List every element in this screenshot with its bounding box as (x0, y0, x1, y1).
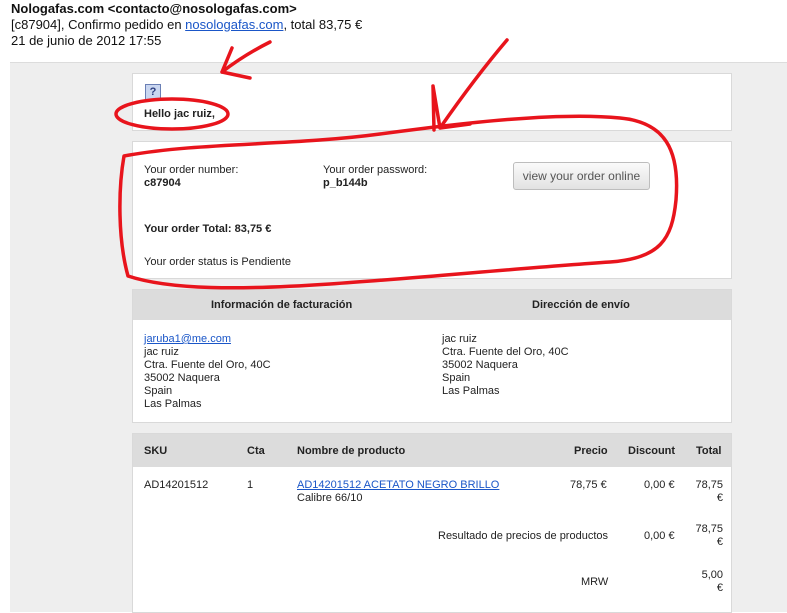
row-price: 78,75 € (570, 479, 607, 491)
email-header: Nologafas.com <contacto@nosologafas.com>… (11, 1, 362, 49)
order-number: c87904 (144, 177, 181, 189)
billing-line: Spain (144, 385, 173, 397)
product-variant: Calibre 66/10 (297, 492, 363, 504)
products-header-bar: SKU Cta Nombre de producto Precio Discou… (133, 434, 731, 467)
col-name: Nombre de producto (297, 445, 406, 457)
address-panel: Información de facturación Dirección de … (132, 289, 732, 423)
row-product: AD14201512 ACETATO NEGRO BRILLO Calibre … (297, 479, 499, 505)
row-sku: AD14201512 (144, 479, 209, 491)
billing-email-link[interactable]: jaruba1@me.com (144, 333, 231, 345)
order-number-label: Your order number: (144, 164, 239, 176)
row-qty: 1 (247, 479, 254, 491)
row-discount: 0,00 € (644, 479, 675, 491)
subject-text: [c87904], Confirmo pedido en (11, 17, 186, 32)
order-password-label: Your order password: (323, 164, 428, 176)
shipping-line: Ctra. Fuente del Oro, 40C (442, 346, 569, 358)
order-status: Your order status is Pendiente (144, 256, 291, 268)
sender: Nologafas.com <contacto@nosologafas.com> (11, 1, 297, 16)
product-link[interactable]: AD14201512 ACETATO NEGRO BRILLO (297, 479, 499, 491)
email-body: ? Hello jac ruiz, Your order number: c87… (10, 62, 787, 613)
col-price: Precio (574, 445, 608, 457)
row-total: 78,75 € (695, 479, 723, 504)
view-order-online-button[interactable]: view your order online (513, 162, 650, 190)
order-panel: Your order number: c87904 Your order pas… (132, 141, 732, 279)
subject-link[interactable]: nosologafas.com (185, 17, 283, 32)
shipping-line: 35002 Naquera (442, 359, 518, 371)
subject: [c87904], Confirmo pedido en nosologafas… (11, 17, 362, 33)
subject-total: , total 83,75 € (283, 17, 363, 32)
greeting: Hello jac ruiz, (144, 108, 215, 120)
billing-line: jac ruiz (144, 346, 179, 358)
shipping-method: MRW (581, 576, 609, 588)
date: 21 de junio de 2012 17:55 (11, 33, 162, 48)
address-header-bar: Información de facturación Dirección de … (133, 290, 731, 320)
col-discount: Discount (628, 445, 676, 457)
billing-line: Las Palmas (144, 398, 202, 410)
products-panel: SKU Cta Nombre de producto Precio Discou… (132, 433, 732, 613)
broken-image-icon: ? (145, 84, 161, 100)
order-total: Your order Total: 83,75 € (144, 223, 272, 235)
billing-line: Ctra. Fuente del Oro, 40C (144, 359, 271, 371)
billing-heading: Información de facturación (211, 299, 353, 311)
summary-label: Resultado de precios de productos (438, 530, 608, 542)
shipping-address: jac ruiz Ctra. Fuente del Oro, 40C 35002… (442, 333, 569, 398)
col-qty: Cta (247, 445, 265, 457)
col-total: Total (696, 445, 722, 457)
order-password: p_b144b (323, 177, 368, 189)
shipping-line: jac ruiz (442, 333, 477, 345)
billing-address: jaruba1@me.com jac ruiz Ctra. Fuente del… (144, 333, 271, 411)
col-sku: SKU (144, 445, 168, 457)
shipping-cost: 5,00 € (701, 569, 723, 594)
billing-line: 35002 Naquera (144, 372, 220, 384)
shipping-line: Spain (442, 372, 471, 384)
greeting-panel: ? Hello jac ruiz, (132, 73, 732, 131)
summary-discount: 0,00 € (644, 530, 675, 542)
summary-total: 78,75 € (695, 523, 723, 548)
shipping-heading: Dirección de envío (532, 299, 630, 311)
shipping-line: Las Palmas (442, 385, 500, 397)
